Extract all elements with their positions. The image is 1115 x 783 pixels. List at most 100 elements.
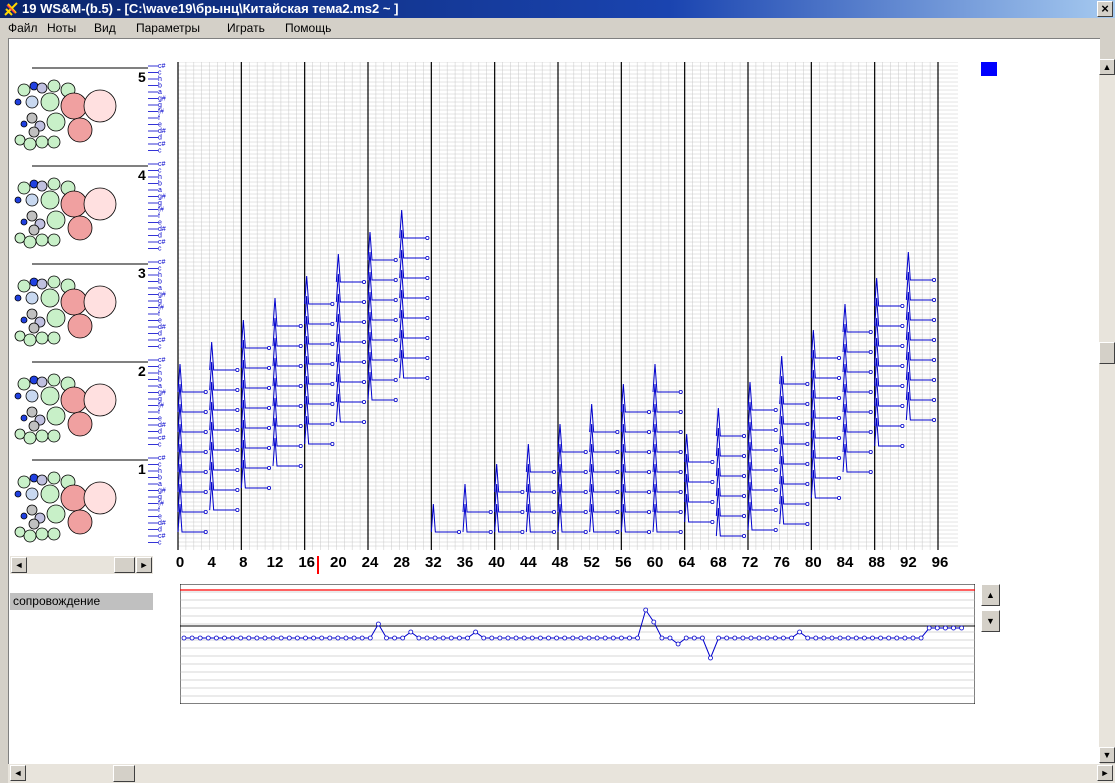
- staff-grid[interactable]: c#chbag#gf#fed#dc#cc#chbag#gf#fed#dc#cc#…: [148, 62, 978, 550]
- note-end-marker: [932, 337, 937, 342]
- position-marker[interactable]: [981, 62, 997, 76]
- accompaniment-note: [448, 635, 454, 641]
- articulation-circle: [20, 414, 28, 422]
- articulation-circle: [47, 471, 61, 485]
- spin-up-button[interactable]: ▲: [981, 584, 1000, 606]
- accompaniment-note: [700, 635, 705, 641]
- accompaniment-note: [262, 635, 268, 641]
- articulation-circle: [23, 137, 37, 151]
- timeline-tick-label: 4: [207, 554, 216, 571]
- articulation-circle: [25, 95, 39, 109]
- accompaniment-note: [351, 635, 357, 641]
- accompaniment-note: [521, 635, 527, 641]
- note-end-marker: [362, 419, 367, 424]
- note-end-marker: [362, 379, 367, 384]
- close-button[interactable]: ×: [1097, 1, 1113, 17]
- voice-block: 2: [14, 361, 148, 445]
- note-end-marker: [267, 345, 272, 350]
- voice-panel: 5 4 3 2 1: [14, 67, 148, 543]
- accompaniment-note: [837, 635, 843, 641]
- accompaniment-label[interactable]: сопровождение: [10, 593, 153, 610]
- note-end-marker: [805, 521, 810, 526]
- accompaniment-track[interactable]: [180, 584, 975, 704]
- note-end-marker: [393, 317, 398, 322]
- note-end-marker: [805, 401, 810, 406]
- scroll-down-button[interactable]: ▼: [1099, 747, 1115, 763]
- playback-cursor[interactable]: [316, 556, 319, 574]
- menu-play[interactable]: Играть: [227, 21, 265, 35]
- note-end-marker: [647, 509, 652, 514]
- note-end-marker: [552, 529, 557, 534]
- hscroll-right-button[interactable]: ►: [1097, 765, 1113, 781]
- note-end-marker: [742, 493, 747, 498]
- voice-hscrollbar[interactable]: ◄ ►: [10, 556, 153, 574]
- accompaniment-note: [246, 635, 252, 641]
- note-end-marker: [425, 255, 430, 260]
- timeline-tick-label: 20: [329, 554, 347, 571]
- accompaniment-note: [627, 635, 632, 641]
- menu-parameters[interactable]: Параметры: [136, 21, 200, 35]
- horizontal-scrollbar[interactable]: ◄ ►: [8, 764, 1115, 783]
- accompaniment-note: [311, 635, 317, 641]
- accompaniment-note: [781, 635, 786, 641]
- note-end-marker: [235, 387, 240, 392]
- scroll-left-button[interactable]: ◄: [11, 557, 27, 573]
- note-end-marker: [203, 389, 208, 394]
- note-end-marker: [520, 509, 525, 514]
- articulation-circle: [35, 331, 49, 345]
- spin-down-button[interactable]: ▼: [981, 610, 1000, 632]
- app-icon[interactable]: [3, 1, 19, 17]
- menu-view[interactable]: Вид: [94, 21, 116, 35]
- menu-file[interactable]: Файл: [8, 21, 38, 35]
- note-end-marker: [615, 469, 620, 474]
- scroll-right-button[interactable]: ►: [136, 557, 152, 573]
- menu-notes[interactable]: Ноты: [47, 21, 76, 35]
- articulation-circle: [46, 210, 66, 230]
- articulation-circle: [47, 135, 61, 149]
- note-end-marker: [235, 367, 240, 372]
- accompaniment-note: [197, 635, 203, 641]
- articulation-circle: [47, 177, 61, 191]
- accompaniment-note: [570, 635, 576, 641]
- note-end-marker: [900, 403, 905, 408]
- timeline-tick-label: 80: [804, 554, 822, 571]
- accompaniment-note: [683, 635, 689, 641]
- accompaniment-note: [416, 635, 422, 641]
- voice-number: 3: [138, 265, 146, 281]
- note-end-marker: [330, 301, 335, 306]
- hscroll-thumb[interactable]: [113, 765, 135, 782]
- accompaniment-note: [724, 635, 730, 641]
- scroll-thumb[interactable]: [114, 557, 135, 573]
- menu-help[interactable]: Помощь: [285, 21, 331, 35]
- note-end-marker: [868, 389, 873, 394]
- note-end-marker: [678, 389, 683, 394]
- accompaniment-note: [286, 635, 292, 641]
- timeline-tick-label: 8: [239, 554, 248, 571]
- note-end-marker: [267, 485, 272, 490]
- note-end-marker: [583, 449, 588, 454]
- vscroll-thumb[interactable]: [1099, 342, 1115, 364]
- note-end-marker: [805, 481, 810, 486]
- accompaniment-note: [578, 635, 584, 641]
- hscroll-left-button[interactable]: ◄: [10, 765, 26, 781]
- note-end-marker: [330, 381, 335, 386]
- note-end-marker: [520, 489, 525, 494]
- vertical-scrollbar[interactable]: ▲ ▼: [1099, 59, 1115, 763]
- scroll-up-button[interactable]: ▲: [1099, 59, 1115, 75]
- accompaniment-note: [465, 635, 470, 641]
- note-end-marker: [298, 423, 303, 428]
- articulation-circle: [47, 429, 61, 443]
- note-end-marker: [678, 529, 683, 534]
- accompaniment-note: [764, 635, 770, 641]
- note-end-marker: [330, 341, 335, 346]
- note-end-marker: [330, 441, 335, 446]
- articulation-circle: [47, 79, 61, 93]
- timeline-tick-label: 88: [868, 554, 885, 571]
- note-end-marker: [425, 315, 430, 320]
- frame-border: [0, 38, 8, 764]
- note-end-marker: [868, 329, 873, 334]
- articulation-circle: [14, 428, 26, 440]
- note-end-marker: [267, 405, 272, 410]
- note-end-marker: [425, 375, 430, 380]
- note-end-marker: [678, 449, 683, 454]
